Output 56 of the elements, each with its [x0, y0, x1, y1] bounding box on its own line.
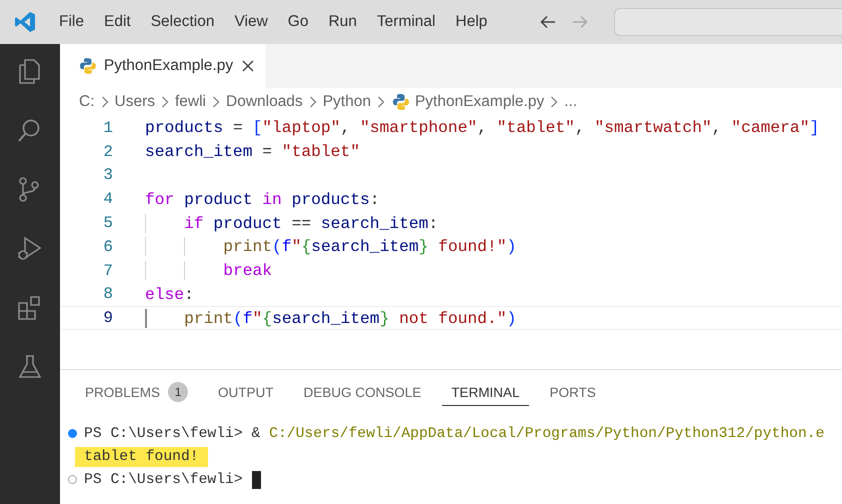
chevron-right-icon [376, 96, 385, 108]
panel-tab[interactable]: OUTPUT [209, 378, 283, 406]
line-number: 5 [102, 214, 114, 232]
back-arrow-icon[interactable] [539, 13, 558, 31]
breadcrumb-item[interactable]: PythonExample.py [414, 93, 544, 111]
panel-tab[interactable]: PORTS [540, 378, 605, 406]
panel-tab[interactable]: TERMINAL [442, 378, 529, 406]
line-number: 4 [102, 190, 114, 208]
python-file-icon [392, 93, 409, 111]
code-line: for product in products: [145, 190, 380, 209]
menu-item[interactable]: Selection [140, 13, 224, 31]
terminal-line: PS C:\Users\fewli> & C:/Users/fewli/AppData/Local/Programs/Python/Python312/python.e [84, 426, 824, 442]
chevron-right-icon [100, 96, 108, 108]
menu-item[interactable]: Edit [94, 13, 141, 31]
panel-tab[interactable]: PROBLEMS 1 [76, 376, 198, 408]
editor-tab[interactable]: PythonExample.py [60, 44, 265, 88]
code-line: else: [145, 284, 194, 304]
chevron-right-icon [212, 96, 220, 108]
terminal-output: tablet found! [75, 446, 208, 466]
line-number: 9 [102, 309, 114, 328]
menu-item[interactable]: Go [278, 13, 318, 31]
chevron-right-icon [160, 96, 169, 108]
chevron-right-icon [550, 96, 558, 108]
line-number: 2 [102, 142, 114, 161]
line-number: 8 [102, 285, 114, 304]
menu-item[interactable]: Terminal [366, 13, 446, 31]
close-icon[interactable] [241, 59, 255, 73]
code-line: search_item = "tablet" [145, 142, 360, 162]
code-line: print(f"{search_item} not found.") [145, 308, 516, 328]
breadcrumb-item[interactable]: Python [322, 93, 371, 111]
terminal-line: PS C:\Users\fewli> [84, 472, 243, 488]
breadcrumb-item[interactable]: fewli [174, 93, 206, 111]
menu-item[interactable]: Help [446, 13, 498, 31]
menu-item[interactable]: File [49, 13, 94, 31]
line-number: 3 [102, 166, 114, 184]
line-number: 6 [102, 238, 114, 256]
panel-tab[interactable]: DEBUG CONSOLE [294, 378, 430, 406]
line-number: 1 [102, 118, 114, 137]
menu-item[interactable]: View [224, 13, 278, 31]
text-cursor [145, 308, 147, 328]
code-line: if product == search_item: [145, 214, 438, 233]
chevron-right-icon [308, 96, 317, 108]
python-file-icon [80, 57, 96, 75]
breadcrumb-item[interactable]: Users [114, 93, 155, 111]
line-number: 7 [102, 262, 114, 280]
menu-item[interactable]: Run [318, 13, 367, 31]
breadcrumb-item[interactable]: Downloads [226, 93, 303, 111]
app-logo-icon [14, 11, 36, 33]
count-badge: 1 [168, 382, 188, 402]
breadcrumb-item[interactable]: C: [79, 93, 94, 111]
flask-icon[interactable] [16, 353, 44, 381]
code-line: products = ["laptop", "smartphone", "tablet", "smartwatch", "camera"] [145, 118, 820, 138]
breadcrumb-item[interactable]: ... [564, 93, 578, 111]
code-line: print(f"{search_item} found!") [145, 237, 516, 256]
search-field[interactable] [614, 8, 842, 36]
code-line: break [145, 261, 272, 280]
